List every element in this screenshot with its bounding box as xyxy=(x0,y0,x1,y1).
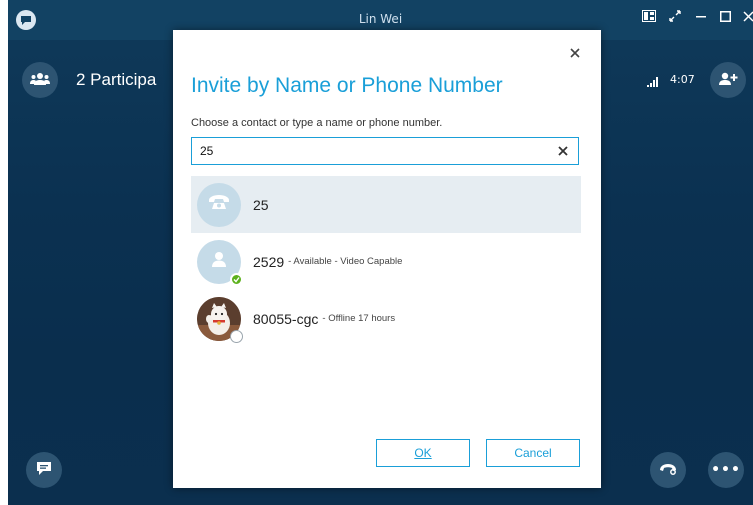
clear-search-button[interactable] xyxy=(558,142,568,160)
participants-label: 2 Participa xyxy=(76,70,157,89)
phone-avatar xyxy=(197,182,241,227)
result-status: - Offline 17 hours xyxy=(322,313,396,324)
minimize-button[interactable] xyxy=(692,10,710,28)
dialog-instruction: Choose a contact or type a name or phone… xyxy=(191,117,443,129)
search-box xyxy=(191,137,579,165)
maximize-button[interactable] xyxy=(716,10,734,28)
result-item[interactable]: 25 xyxy=(191,176,581,233)
call-controls-button[interactable] xyxy=(650,452,686,488)
result-name: 25 xyxy=(253,196,269,213)
person-icon xyxy=(210,250,228,273)
contact-search-input[interactable] xyxy=(200,138,540,164)
signal-strength-icon xyxy=(647,72,661,91)
more-options-button[interactable]: ••• xyxy=(708,452,744,488)
result-item[interactable]: 2529 - Available - Video Capable xyxy=(191,233,581,290)
presence-available-icon xyxy=(230,272,243,286)
person-avatar xyxy=(197,239,243,286)
ok-button[interactable]: OK xyxy=(376,439,470,467)
expand-icon[interactable] xyxy=(666,10,684,28)
participants-button[interactable] xyxy=(22,62,58,98)
add-participant-button[interactable] xyxy=(710,62,746,98)
call-timer: 4:07 xyxy=(670,73,695,86)
phone-icon xyxy=(208,194,230,215)
more-icon: ••• xyxy=(711,462,741,478)
close-icon xyxy=(570,48,580,58)
dialog-title: Invite by Name or Phone Number xyxy=(191,74,503,97)
clear-icon xyxy=(558,146,568,156)
layout-icon[interactable] xyxy=(640,10,658,28)
result-status: - Available - Video Capable xyxy=(288,256,403,267)
invite-dialog: Invite by Name or Phone Number Choose a … xyxy=(173,30,601,488)
result-item[interactable]: 80055-cgc - Offline 17 hours xyxy=(191,290,581,347)
people-icon xyxy=(30,71,50,90)
close-window-button[interactable] xyxy=(739,10,753,28)
result-name: 80055-cgc xyxy=(253,310,319,327)
participants-area: 2 Participa xyxy=(22,62,156,98)
chat-bubble-icon xyxy=(36,460,52,480)
add-person-icon xyxy=(718,71,738,90)
close-dialog-button[interactable] xyxy=(565,44,585,64)
cancel-button[interactable]: Cancel xyxy=(486,439,580,467)
presence-offline-icon xyxy=(230,329,243,343)
phone-settings-icon xyxy=(658,461,678,480)
result-name: 2529 xyxy=(253,253,285,270)
contact-photo-avatar xyxy=(197,296,243,343)
results-list: 25 2529 - Available - Video Capable 8005… xyxy=(191,176,581,347)
chat-button[interactable] xyxy=(26,452,62,488)
